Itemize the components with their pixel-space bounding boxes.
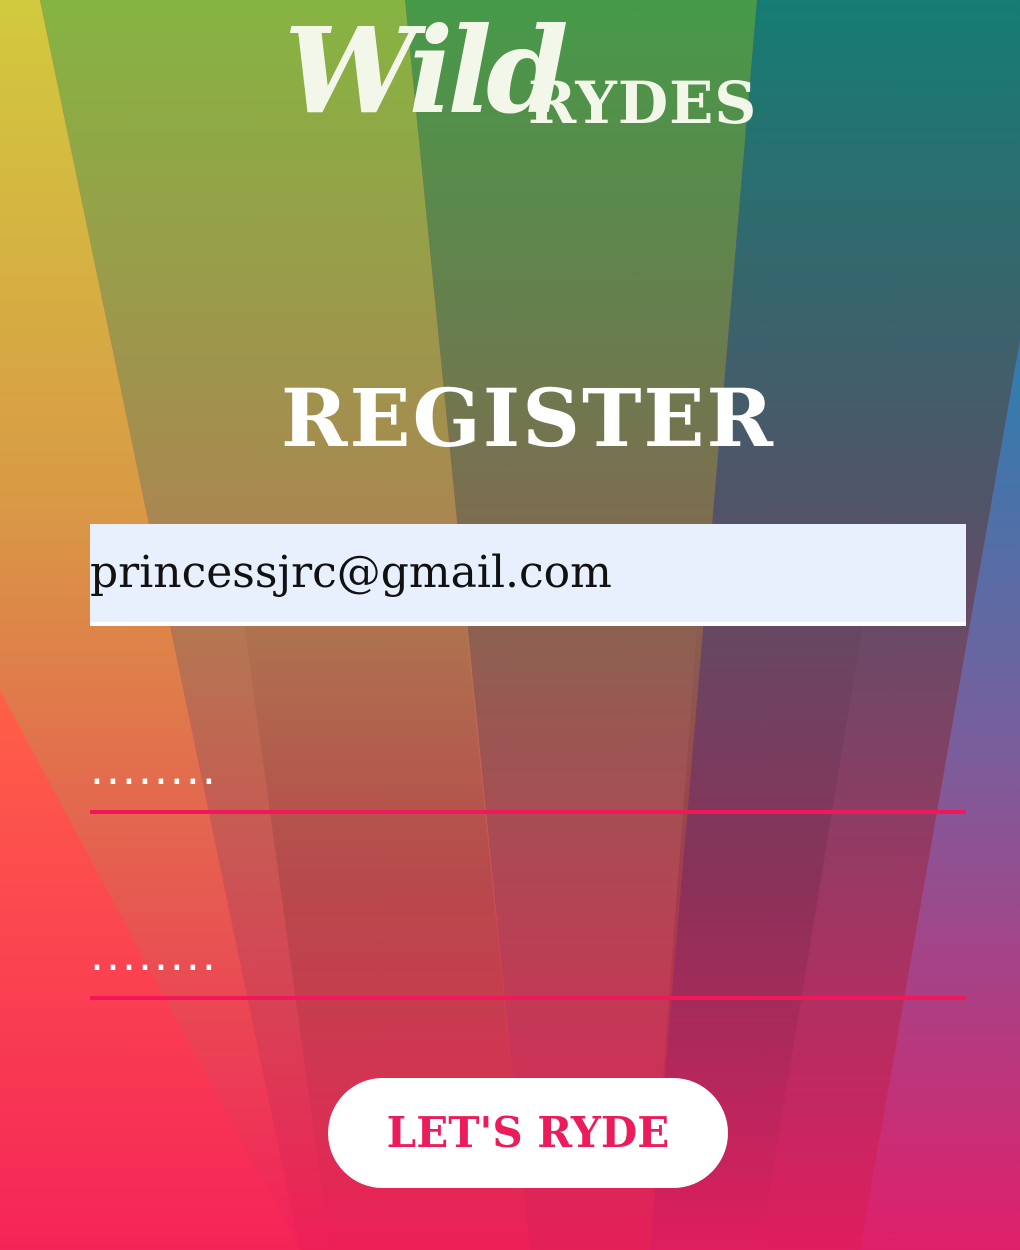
register-screen: Wild RYDES REGISTER LET'S RYDE	[0, 0, 1020, 1250]
logo-caps-text: RYDES	[528, 69, 758, 137]
confirm-password-field[interactable]	[90, 916, 966, 1000]
page-title: REGISTER	[281, 371, 775, 465]
password-field[interactable]	[90, 730, 966, 814]
email-field[interactable]	[90, 524, 966, 626]
wild-rydes-logo: Wild RYDES	[280, 10, 780, 140]
lets-ryde-submit-button[interactable]: LET'S RYDE	[328, 1078, 728, 1188]
logo-script-text: Wild	[284, 1, 569, 140]
